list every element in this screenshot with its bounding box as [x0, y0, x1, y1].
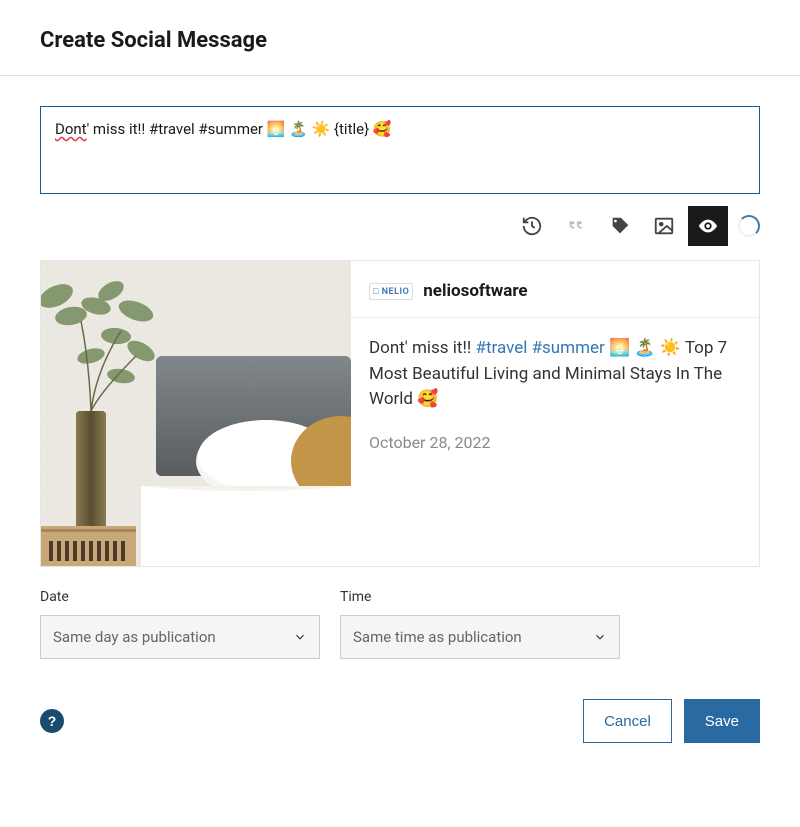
- dialog-header: Create Social Message: [0, 0, 800, 76]
- image-button[interactable]: [644, 206, 684, 246]
- brand-name: neliosoftware: [423, 281, 527, 301]
- preview-message: Dont' miss it!! #travel #summer 🌅 🏝️ ☀️ …: [351, 318, 759, 419]
- preview-image: [41, 261, 351, 566]
- social-preview-card: □ NELIO neliosoftware Dont' miss it!! #t…: [40, 260, 760, 567]
- datetime-row: Date Same day as publication Time Same t…: [40, 589, 760, 659]
- help-button[interactable]: ?: [40, 709, 64, 733]
- footer-actions: Cancel Save: [583, 699, 760, 743]
- brand-logo: □ NELIO: [369, 283, 413, 300]
- quote-icon: [565, 215, 587, 237]
- dialog-footer: ? Cancel Save: [40, 699, 760, 743]
- quote-button[interactable]: [556, 206, 596, 246]
- time-label: Time: [340, 589, 640, 605]
- eye-icon: [697, 215, 719, 237]
- message-toolbar: [40, 206, 760, 246]
- date-column: Date Same day as publication: [40, 589, 320, 659]
- cancel-button[interactable]: Cancel: [583, 699, 672, 743]
- preview-date: October 28, 2022: [351, 419, 759, 466]
- save-button[interactable]: Save: [684, 699, 760, 743]
- history-button[interactable]: [512, 206, 552, 246]
- message-textarea[interactable]: Dont' miss it!! #travel #summer 🌅 🏝️ ☀️ …: [40, 106, 760, 194]
- tag-button[interactable]: [600, 206, 640, 246]
- preview-body: □ NELIO neliosoftware Dont' miss it!! #t…: [351, 261, 759, 566]
- tag-icon: [609, 215, 631, 237]
- date-label: Date: [40, 589, 320, 605]
- page-title: Create Social Message: [40, 28, 760, 53]
- dialog-content: Dont' miss it!! #travel #summer 🌅 🏝️ ☀️ …: [0, 76, 800, 763]
- time-select[interactable]: Same time as publication: [340, 615, 620, 659]
- preview-header: □ NELIO neliosoftware: [351, 261, 759, 318]
- date-select[interactable]: Same day as publication: [40, 615, 320, 659]
- chevron-down-icon: [593, 630, 607, 644]
- chevron-down-icon: [293, 630, 307, 644]
- loading-spinner-icon: [738, 215, 760, 237]
- image-icon: [653, 215, 675, 237]
- history-icon: [521, 215, 543, 237]
- time-column: Time Same time as publication: [340, 589, 640, 659]
- preview-button[interactable]: [688, 206, 728, 246]
